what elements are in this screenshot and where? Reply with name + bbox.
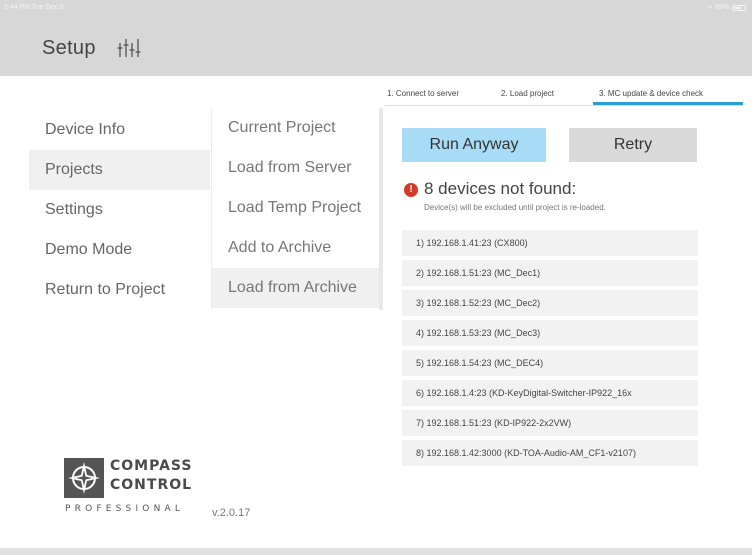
menu-item-demo-mode[interactable]: Demo Mode — [29, 230, 210, 270]
sliders-icon — [117, 39, 141, 57]
run-anyway-button[interactable]: Run Anyway — [402, 128, 546, 162]
logo-text-control: CONTROL — [110, 477, 193, 493]
menu-item-projects[interactable]: Projects — [29, 150, 210, 190]
list-item: 1) 192.168.1.41:23 (CX800) — [402, 230, 698, 256]
submenu-item-load-from-server[interactable]: Load from Server — [212, 148, 379, 188]
logo-text-professional: PROFESSIONAL — [65, 504, 185, 514]
active-tab-indicator — [593, 102, 743, 105]
footer-bar — [0, 548, 752, 555]
tab-load-project[interactable]: 2. Load project — [501, 89, 554, 98]
header-bar: 2:44 PM Tue Dec 5 ≈ 65% Setup — [0, 0, 752, 76]
tab-connect-to-server[interactable]: 1. Connect to server — [387, 89, 459, 98]
submenu-item-current-project[interactable]: Current Project — [212, 108, 379, 148]
projects-submenu: Current Project Load from Server Load Te… — [211, 108, 383, 310]
menu-item-settings[interactable]: Settings — [29, 190, 210, 230]
menu-item-return-to-project[interactable]: Return to Project — [29, 270, 210, 310]
list-item: 3) 192.168.1.52:23 (MC_Dec2) — [402, 290, 698, 316]
status-time: 2:44 PM Tue Dec 5 — [4, 4, 64, 11]
retry-button[interactable]: Retry — [569, 128, 697, 162]
missing-device-list: 1) 192.168.1.41:23 (CX800) 2) 192.168.1.… — [402, 230, 698, 470]
submenu-item-add-to-archive[interactable]: Add to Archive — [212, 228, 379, 268]
tab-mc-update-device-check[interactable]: 3. MC update & device check — [599, 89, 703, 103]
list-item: 7) 192.168.1.51:23 (KD-IP922-2x2VW) — [402, 410, 698, 436]
logo-text-compass: COMPASS — [110, 458, 193, 474]
list-item: 8) 192.168.1.42:3000 (KD-TOA-Audio-AM_CF… — [402, 440, 698, 466]
status-indicators: ≈ 65% — [708, 4, 746, 11]
submenu-item-load-temp-project[interactable]: Load Temp Project — [212, 188, 379, 228]
warning-icon: ! — [404, 183, 418, 197]
page-title: Setup — [42, 37, 96, 59]
compass-control-logo: COMPASS CONTROL PROFESSIONAL — [64, 458, 194, 516]
list-item: 6) 192.168.1.4:23 (KD-KeyDigital-Switche… — [402, 380, 698, 406]
battery-icon — [732, 4, 746, 11]
list-item: 4) 192.168.1.53:23 (MC_Dec3) — [402, 320, 698, 346]
battery-percent: 65% — [714, 4, 729, 11]
version-label: v.2.0.17 — [212, 507, 251, 519]
menu-item-device-info[interactable]: Device Info — [29, 110, 210, 150]
compass-logo-icon — [64, 458, 104, 498]
warning-subtitle: Device(s) will be excluded until project… — [424, 203, 606, 212]
submenu-item-load-from-archive[interactable]: Load from Archive — [212, 268, 379, 308]
wifi-icon: ≈ — [708, 4, 712, 11]
setup-menu: Device Info Projects Settings Demo Mode … — [29, 110, 210, 310]
step-tabs: 1. Connect to server 2. Load project 3. … — [385, 86, 743, 106]
list-item: 2) 192.168.1.51:23 (MC_Dec1) — [402, 260, 698, 286]
list-item: 5) 192.168.1.54:23 (MC_DEC4) — [402, 350, 698, 376]
warning-title: 8 devices not found: — [424, 179, 577, 198]
